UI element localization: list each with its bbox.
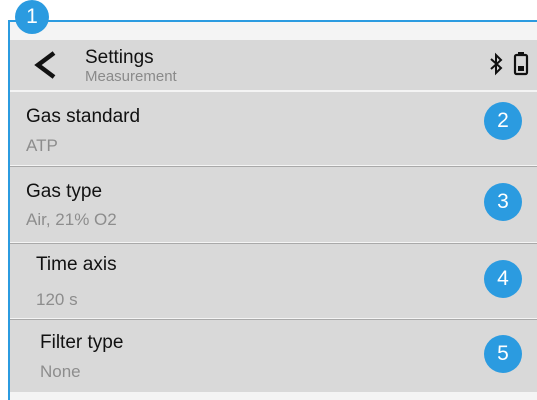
page-subtitle: Measurement: [85, 68, 177, 85]
setting-value: Air, 21% O2: [26, 210, 117, 229]
bluetooth-icon: [490, 52, 503, 76]
setting-row-time-axis[interactable]: Time axis 120 s 4: [10, 244, 537, 318]
callout-badge-4: 4: [484, 260, 522, 298]
setting-value: None: [40, 362, 81, 381]
battery-icon: [513, 52, 529, 76]
setting-value: ATP: [26, 136, 58, 155]
setting-value: 120 s: [36, 290, 78, 309]
callout-badge-5: 5: [484, 335, 522, 373]
setting-label: Filter type: [40, 332, 124, 353]
chevron-left-icon[interactable]: [32, 50, 58, 80]
header-bar: Settings Measurement: [10, 40, 537, 90]
setting-row-gas-standard[interactable]: Gas standard ATP 2: [10, 92, 537, 165]
setting-label: Gas type: [26, 181, 103, 202]
callout-badge-1: 1: [15, 0, 49, 34]
page-title: Settings: [85, 47, 154, 68]
setting-row-filter-type[interactable]: Filter type None 5: [10, 320, 537, 392]
setting-label: Gas standard: [26, 106, 141, 127]
setting-label: Time axis: [36, 254, 117, 275]
setting-row-gas-type[interactable]: Gas type Air, 21% O2 3: [10, 167, 537, 242]
callout-badge-3: 3: [484, 183, 522, 221]
callout-badge-2: 2: [484, 102, 522, 140]
